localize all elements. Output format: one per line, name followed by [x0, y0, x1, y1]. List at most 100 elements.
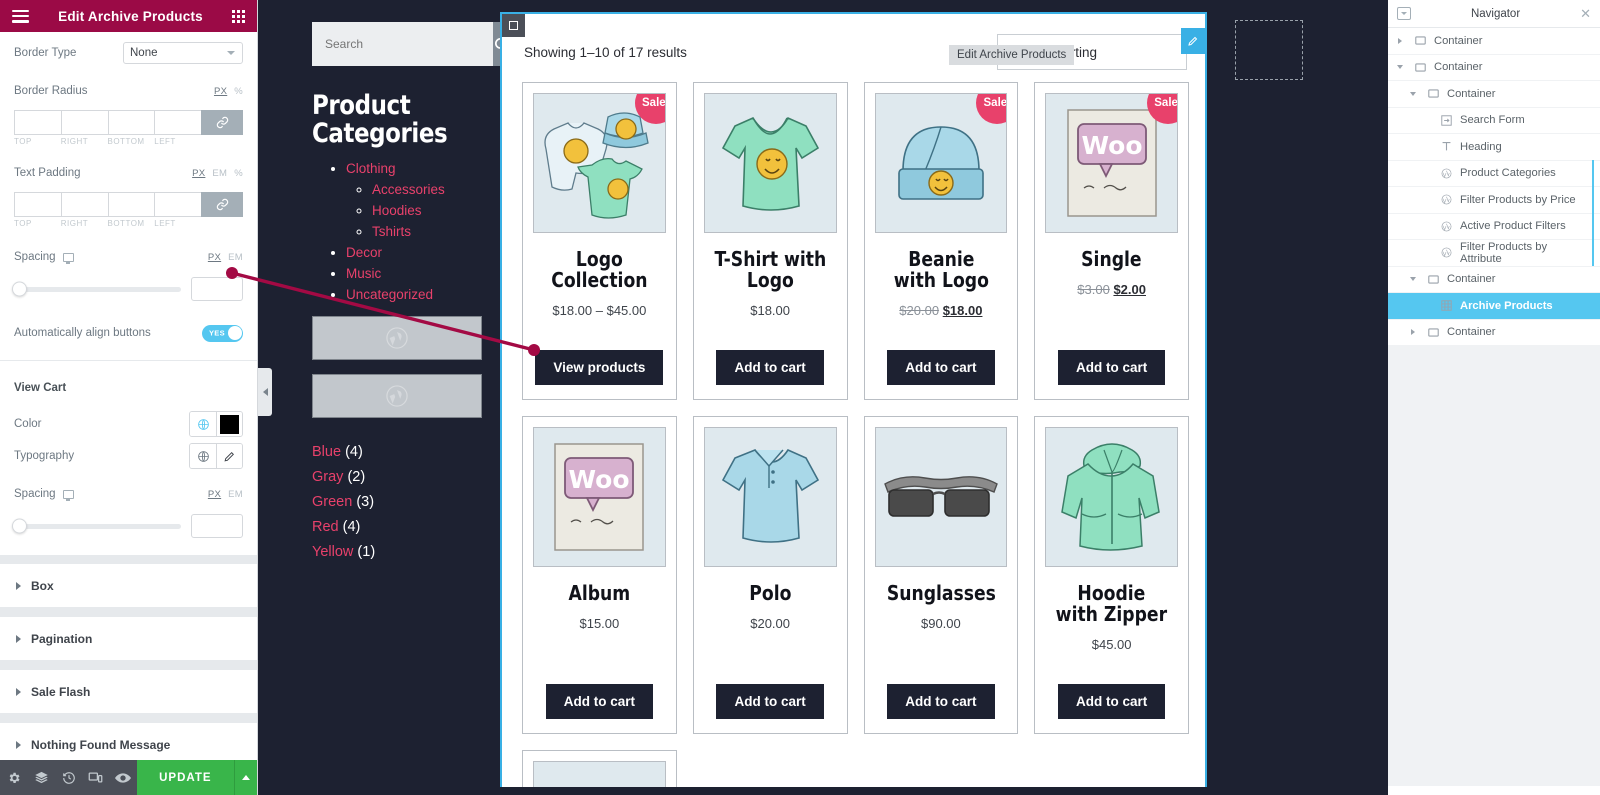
navigator-item-container[interactable]: Container [1388, 267, 1600, 293]
layers-icon[interactable] [27, 760, 54, 795]
attribute-link-blue[interactable]: Blue [312, 444, 341, 460]
category-link-accessories[interactable]: Accessories [372, 182, 445, 197]
spacing-slider[interactable] [12, 281, 181, 297]
product-thumbnail[interactable]: Woo [533, 427, 666, 567]
product-card[interactable]: Hoodie with Zipper $45.00 Add to cart [1034, 416, 1189, 734]
navigator-item-filter-products-by-attribute[interactable]: Filter Products by Attribute [1388, 239, 1600, 267]
product-thumbnail[interactable] [1045, 427, 1178, 567]
text-padding-bottom-input[interactable] [107, 192, 155, 217]
product-card[interactable]: Woo Album $15.00 Add to cart [522, 416, 677, 734]
device-desktop-icon[interactable] [62, 489, 74, 501]
product-thumbnail[interactable]: Sale! [874, 93, 1008, 233]
grid-apps-icon[interactable] [231, 9, 245, 23]
add-to-cart-button[interactable]: Add to cart [887, 350, 995, 385]
navigator-item-heading[interactable]: Heading [1388, 134, 1600, 161]
link-values-icon[interactable] [201, 192, 243, 217]
navigator-item-active-product-filters[interactable]: Active Product Filters [1388, 213, 1600, 240]
slider-handle[interactable] [12, 518, 27, 534]
global-color-icon[interactable] [190, 412, 216, 436]
text-padding-right-input[interactable] [60, 192, 108, 217]
unit-em[interactable]: EM [228, 252, 243, 263]
category-link-uncategorized[interactable]: Uncategorized [346, 287, 433, 302]
unit-percent[interactable]: % [234, 168, 243, 179]
border-radius-top-input[interactable] [14, 110, 61, 135]
category-link-tshirts[interactable]: Tshirts [372, 224, 411, 239]
border-radius-bottom-input[interactable] [107, 110, 155, 135]
product-card[interactable]: Sale! Woo Single $3.00 [1034, 82, 1189, 400]
empty-dropzone-placeholder[interactable] [1235, 20, 1303, 80]
product-thumbnail[interactable] [874, 427, 1008, 567]
chevron-right-icon[interactable] [1407, 329, 1419, 336]
product-thumbnail[interactable]: Sale! [533, 93, 666, 233]
product-thumbnail[interactable] [703, 427, 837, 567]
chevron-down-icon[interactable] [1407, 91, 1419, 96]
navigator-item-product-categories[interactable]: Product Categories [1388, 160, 1600, 187]
unit-em[interactable]: EM [212, 168, 227, 179]
accordion-pagination[interactable]: Pagination [0, 617, 257, 661]
view-products-button[interactable]: View products [535, 350, 664, 385]
unit-percent[interactable]: % [234, 86, 243, 97]
close-icon[interactable]: ✕ [1580, 7, 1591, 20]
text-padding-left-input[interactable] [154, 192, 201, 217]
unit-px[interactable]: PX [214, 86, 227, 97]
border-type-select[interactable]: None [123, 42, 243, 64]
navigator-item-container[interactable]: Container [1388, 320, 1600, 346]
attribute-link-green[interactable]: Green [312, 494, 352, 510]
text-padding-top-input[interactable] [14, 192, 61, 217]
category-link-decor[interactable]: Decor [346, 245, 382, 260]
unit-em[interactable]: EM [228, 489, 243, 500]
accordion-nothing-found-message[interactable]: Nothing Found Message [0, 723, 257, 760]
unit-px[interactable]: PX [192, 168, 205, 179]
chevron-right-icon[interactable] [1394, 37, 1406, 44]
navigator-item-filter-products-by-price[interactable]: Filter Products by Price [1388, 186, 1600, 214]
category-link-clothing[interactable]: Clothing [346, 161, 396, 176]
add-to-cart-button[interactable]: Add to cart [887, 684, 995, 719]
spacing-input[interactable] [191, 277, 243, 301]
auto-align-toggle[interactable]: YES [202, 324, 243, 342]
product-card[interactable]: T-Shirt with Logo $18.00 Add to cart [692, 82, 848, 400]
unit-px[interactable]: PX [208, 489, 221, 500]
collapse-panel-button[interactable] [258, 368, 272, 416]
product-thumbnail[interactable] [703, 93, 837, 233]
navigator-item-container[interactable]: Container [1388, 55, 1600, 81]
hamburger-menu-icon[interactable] [12, 9, 29, 23]
unit-px[interactable]: PX [208, 252, 221, 263]
slider-handle[interactable] [12, 281, 27, 297]
product-card[interactable]: Sale! [522, 82, 677, 400]
add-to-cart-button[interactable]: Add to cart [1057, 684, 1166, 719]
attribute-link-gray[interactable]: Gray [312, 469, 343, 485]
attribute-link-yellow[interactable]: Yellow [312, 544, 353, 560]
responsive-mode-icon[interactable] [82, 760, 109, 795]
update-options-caret-icon[interactable] [233, 760, 257, 795]
spacing2-slider[interactable] [12, 518, 181, 534]
product-card[interactable]: Sunglasses $90.00 Add to cart [863, 416, 1019, 734]
attribute-link-red[interactable]: Red [312, 519, 339, 535]
product-card[interactable]: Polo $20.00 Add to cart [692, 416, 848, 734]
accordion-sale-flash[interactable]: Sale Flash [0, 670, 257, 714]
device-desktop-icon[interactable] [62, 252, 74, 264]
navigator-item-container[interactable]: Container [1388, 28, 1600, 55]
preview-eye-icon[interactable] [110, 760, 137, 795]
navigator-item-search-form[interactable]: Search Form [1388, 108, 1600, 134]
element-handle-icon[interactable] [502, 14, 525, 37]
product-card[interactable]: Sale! Beanie with Logo [863, 82, 1019, 400]
category-link-hoodies[interactable]: Hoodies [372, 203, 422, 218]
link-values-icon[interactable] [201, 110, 243, 135]
dock-icon[interactable] [1397, 7, 1411, 20]
border-radius-left-input[interactable] [154, 110, 201, 135]
search-input[interactable] [312, 22, 493, 66]
navigator-item-archive-products[interactable]: Archive Products [1388, 293, 1600, 320]
add-to-cart-button[interactable]: Add to cart [716, 684, 824, 719]
spacing2-input[interactable] [191, 514, 243, 538]
settings-gear-icon[interactable] [0, 760, 27, 795]
product-card[interactable] [522, 750, 677, 787]
edit-pencil-icon[interactable] [216, 444, 242, 468]
add-to-cart-button[interactable]: Add to cart [545, 684, 653, 719]
archive-products-widget[interactable]: Showing 1–10 of 17 results Default sorti… [500, 12, 1207, 787]
chevron-down-icon[interactable] [1407, 277, 1419, 282]
accordion-box[interactable]: Box [0, 564, 257, 608]
product-thumbnail[interactable]: Sale! Woo [1045, 93, 1178, 233]
add-to-cart-button[interactable]: Add to cart [716, 350, 824, 385]
history-revisions-icon[interactable] [55, 760, 82, 795]
global-font-icon[interactable] [190, 444, 216, 468]
